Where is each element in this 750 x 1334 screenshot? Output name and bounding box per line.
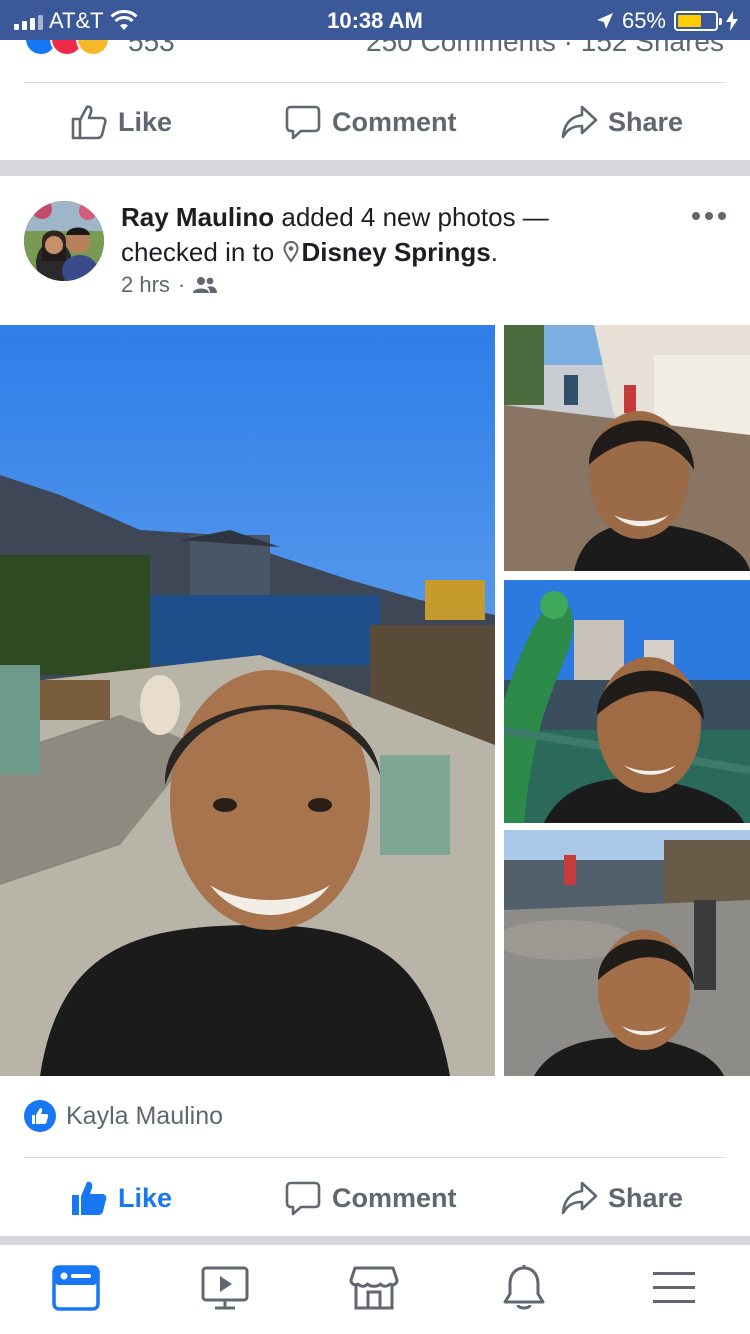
wow-reaction-icon [76, 40, 110, 56]
place-link[interactable]: Disney Springs [301, 237, 490, 267]
divider [24, 82, 726, 83]
post-time[interactable]: 2 hrs [121, 272, 170, 298]
prev-post-actions: Like Comment Share [0, 84, 750, 160]
battery-icon [674, 11, 722, 31]
comment-button[interactable]: Comment [284, 84, 457, 160]
thumbs-up-icon [71, 105, 107, 140]
like-button[interactable]: Like [70, 84, 172, 160]
like-label: Like [118, 106, 173, 137]
like-reaction-icon [24, 1100, 56, 1132]
author-name[interactable]: Ray Maulino [121, 202, 274, 232]
comment-button[interactable]: Comment [284, 1160, 457, 1236]
feed-separator [0, 160, 750, 176]
post-meta: 2 hrs · [121, 272, 218, 298]
liker-name: Kayla Maulino [66, 1101, 224, 1130]
comment-icon [285, 105, 321, 140]
like-button[interactable]: Like [70, 1160, 172, 1236]
share-label: Share [608, 1182, 684, 1213]
reaction-count[interactable]: 553 [128, 40, 175, 58]
post-headline: Ray Maulino added 4 new photos — checked… [121, 200, 641, 270]
meta-dot: · [177, 272, 186, 297]
tab-notifications[interactable] [499, 1263, 549, 1313]
photo-3[interactable] [504, 580, 750, 823]
more-options-icon[interactable] [692, 212, 726, 220]
tab-news-feed[interactable] [51, 1263, 101, 1313]
share-label: Share [608, 106, 684, 137]
post-actions: Like Comment Share [0, 1160, 750, 1236]
marketplace-icon [349, 1266, 399, 1310]
tab-bar [0, 1244, 750, 1334]
feed-separator [0, 1236, 750, 1244]
reaction-icons [24, 40, 110, 56]
place-suffix: . [490, 237, 498, 267]
likes-summary[interactable]: Kayla Maulino [24, 1100, 223, 1132]
notifications-icon [503, 1265, 545, 1310]
status-bar: AT&T 10:38 AM 65% [0, 0, 750, 40]
avatar[interactable] [24, 201, 104, 281]
tab-marketplace[interactable] [349, 1263, 399, 1313]
photo-main[interactable] [0, 325, 495, 1076]
comment-label: Comment [332, 1182, 457, 1213]
tab-watch[interactable] [200, 1263, 250, 1313]
share-button[interactable]: Share [560, 84, 683, 160]
prev-post-stats: 553 250 Comments · 152 Shares [0, 40, 750, 82]
photo-2[interactable] [504, 325, 750, 571]
share-button[interactable]: Share [560, 1160, 683, 1236]
friends-icon[interactable] [193, 276, 218, 294]
comment-icon [285, 1181, 321, 1216]
news-feed-icon [52, 1265, 100, 1311]
comment-label: Comment [332, 106, 457, 137]
share-arrow-icon [561, 1181, 598, 1215]
checkin-prefix: checked in to [121, 237, 275, 267]
watch-icon [201, 1266, 249, 1310]
location-arrow-icon [596, 13, 613, 29]
share-arrow-icon [561, 105, 598, 139]
charging-bolt-icon [726, 11, 738, 31]
location-pin-icon [283, 240, 299, 263]
battery-percent: 65% [621, 8, 666, 33]
like-label: Like [118, 1182, 173, 1213]
comments-shares-count[interactable]: 250 Comments · 152 Shares [366, 40, 724, 58]
thumbs-up-filled-icon [72, 1181, 107, 1215]
tab-menu[interactable] [649, 1263, 699, 1313]
post-action-text: added 4 new photos — [281, 202, 549, 232]
menu-icon [653, 1272, 695, 1303]
divider [24, 1157, 726, 1158]
photo-4[interactable] [504, 830, 750, 1076]
